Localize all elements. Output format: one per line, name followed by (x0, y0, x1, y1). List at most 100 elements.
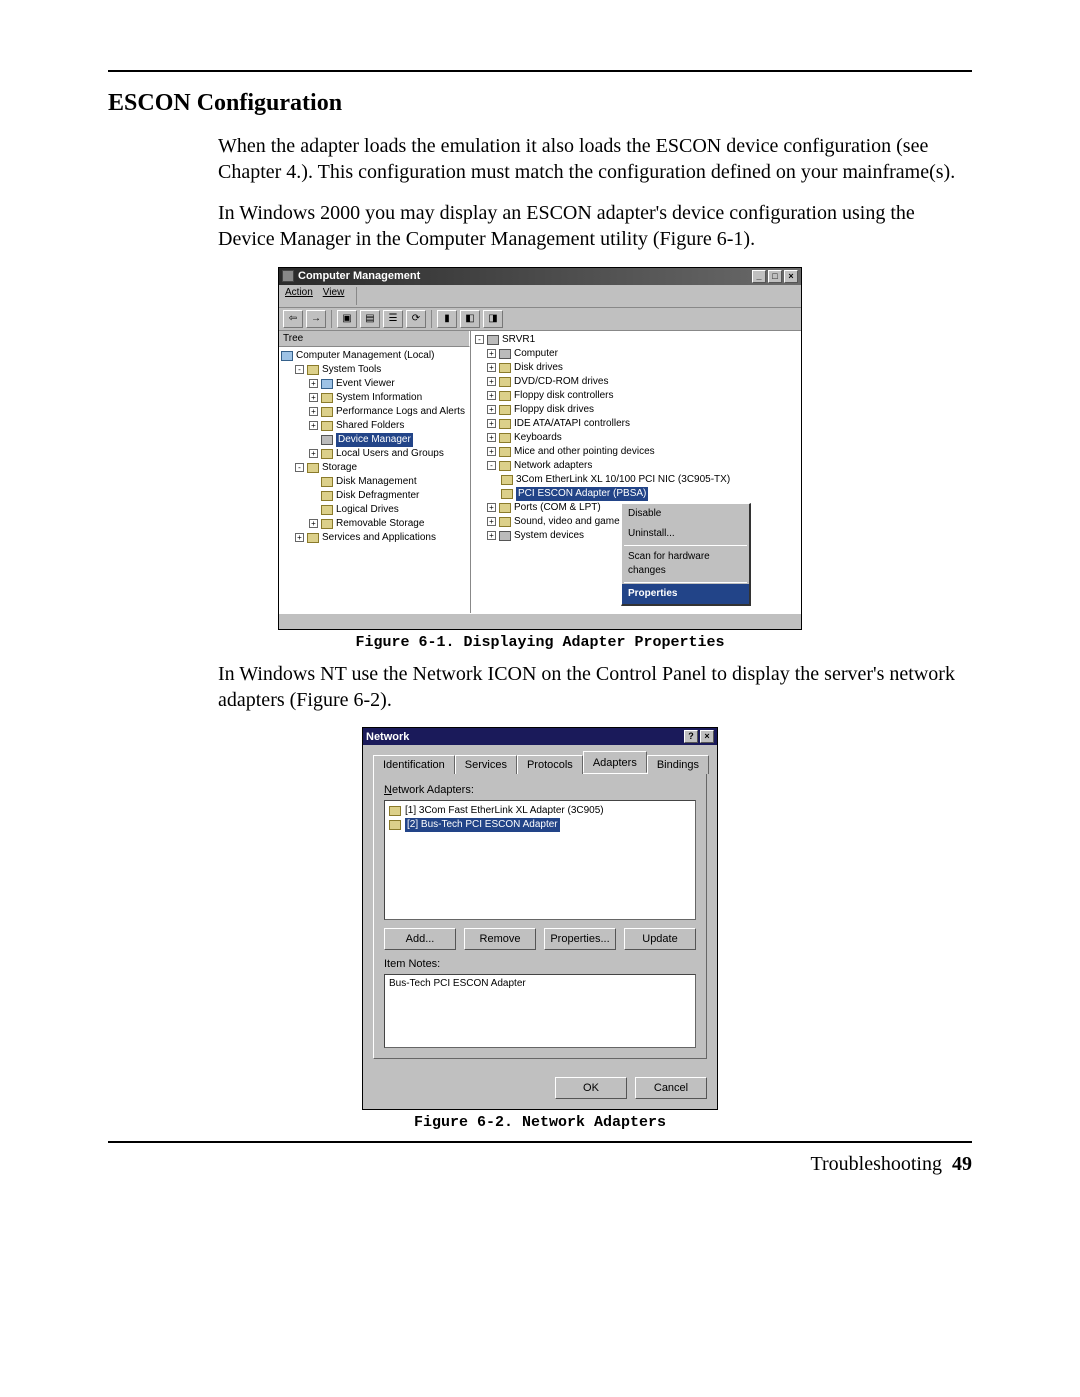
expand-icon[interactable]: + (487, 349, 496, 358)
up-button[interactable]: ▣ (337, 310, 357, 328)
disk-icon (321, 477, 333, 487)
properties-button[interactable]: ☰ (383, 310, 403, 328)
device-pci-escon-adapter[interactable]: PCI ESCON Adapter (PBSA) (475, 487, 797, 501)
device-floppy-drives[interactable]: +Floppy disk drives (475, 403, 797, 417)
titlebar: Computer Management _ □ × (279, 268, 801, 285)
expand-icon[interactable]: + (295, 533, 304, 542)
expand-icon[interactable]: + (309, 421, 318, 430)
expand-icon[interactable]: + (487, 433, 496, 442)
adapter-item-2[interactable]: [2] Bus-Tech PCI ESCON Adapter (389, 818, 691, 832)
context-sep (624, 545, 747, 546)
device-dvd[interactable]: +DVD/CD-ROM drives (475, 375, 797, 389)
expand-icon[interactable]: + (309, 407, 318, 416)
tree-shared-folders[interactable]: +Shared Folders (281, 419, 468, 433)
context-scan-hardware[interactable]: Scan for hardware changes (622, 547, 749, 581)
tree-local-users[interactable]: +Local Users and Groups (281, 447, 468, 461)
menu-separator (356, 287, 357, 305)
folder-icon (307, 463, 319, 473)
expand-icon[interactable]: + (487, 391, 496, 400)
page-footer: Troubleshooting 49 (108, 1153, 972, 1176)
adapter-item-1[interactable]: [1] 3Com Fast EtherLink XL Adapter (3C90… (389, 804, 691, 818)
device-3com-nic[interactable]: 3Com EtherLink XL 10/100 PCI NIC (3C905-… (475, 473, 797, 487)
update-button[interactable]: Update (624, 928, 696, 950)
tab-bindings[interactable]: Bindings (647, 755, 709, 774)
device-network-adapters[interactable]: -Network adapters (475, 459, 797, 473)
back-button[interactable]: ⇦ (283, 310, 303, 328)
expand-icon[interactable]: + (309, 449, 318, 458)
expand-icon[interactable]: + (309, 393, 318, 402)
dialog-titlebar: Network ? × (363, 728, 717, 745)
properties-button[interactable]: Properties... (544, 928, 616, 950)
close-button[interactable]: × (700, 730, 714, 743)
tree-storage[interactable]: -Storage (281, 461, 468, 475)
top-rule (108, 70, 972, 72)
expand-icon[interactable]: + (487, 531, 496, 540)
collapse-icon[interactable]: - (475, 335, 484, 344)
device-ide[interactable]: +IDE ATA/ATAPI controllers (475, 417, 797, 431)
collapse-icon[interactable]: - (295, 365, 304, 374)
tree-device-manager[interactable]: Device Manager (281, 433, 468, 447)
figure-6-2: Network ? × Identification Services Prot… (108, 727, 972, 1131)
device-root[interactable]: -SRVR1 (475, 333, 797, 347)
bottom-rule (108, 1141, 972, 1143)
refresh-button[interactable]: ⟳ (406, 310, 426, 328)
tree-removable-storage[interactable]: +Removable Storage (281, 517, 468, 531)
collapse-icon[interactable]: - (487, 461, 496, 470)
help-button[interactable]: ? (684, 730, 698, 743)
tree-logical-drives[interactable]: Logical Drives (281, 503, 468, 517)
expand-icon[interactable]: + (487, 517, 496, 526)
device-floppy-controllers[interactable]: +Floppy disk controllers (475, 389, 797, 403)
expand-icon[interactable]: + (487, 377, 496, 386)
tab-panel-adapters: NNetwork Adapters:etwork Adapters: [1] 3… (373, 774, 707, 1059)
context-properties[interactable]: Properties (622, 584, 749, 604)
tree-system-information[interactable]: +System Information (281, 391, 468, 405)
device-computer[interactable]: +Computer (475, 347, 797, 361)
tree-root[interactable]: Computer Management (Local) (281, 349, 468, 363)
tab-services[interactable]: Services (455, 755, 517, 774)
forward-button[interactable]: → (306, 310, 326, 328)
device-keyboards[interactable]: +Keyboards (475, 431, 797, 445)
expand-icon[interactable]: + (309, 519, 318, 528)
tab-adapters[interactable]: Adapters (583, 751, 647, 773)
device-disk-drives[interactable]: +Disk drives (475, 361, 797, 375)
menu-action[interactable]: Action (285, 287, 313, 305)
tool-icon-b[interactable]: ◧ (460, 310, 480, 328)
tree-performance-logs[interactable]: +Performance Logs and Alerts (281, 405, 468, 419)
expand-icon[interactable]: + (487, 405, 496, 414)
tree-disk-defragmenter[interactable]: Disk Defragmenter (281, 489, 468, 503)
adapter-icon (501, 489, 513, 499)
tool-icon-c[interactable]: ◨ (483, 310, 503, 328)
expand-icon[interactable]: + (487, 363, 496, 372)
minimize-button[interactable]: _ (752, 270, 766, 283)
menu-view[interactable]: View (323, 287, 345, 305)
tab-identification[interactable]: Identification (373, 755, 455, 774)
expand-icon[interactable]: + (487, 447, 496, 456)
footer-label: Troubleshooting (810, 1153, 942, 1175)
tree-system-tools[interactable]: -System Tools (281, 363, 468, 377)
tool-icon-a[interactable]: ▮ (437, 310, 457, 328)
toolbar-sep (331, 310, 332, 328)
toolbar: ⇦ → ▣ ▤ ☰ ⟳ ▮ ◧ ◨ (279, 308, 801, 331)
defrag-icon (321, 491, 333, 501)
adapters-listbox[interactable]: [1] 3Com Fast EtherLink XL Adapter (3C90… (384, 800, 696, 920)
remove-button[interactable]: Remove (464, 928, 536, 950)
ok-button[interactable]: OK (555, 1077, 627, 1099)
show-hide-tree-button[interactable]: ▤ (360, 310, 380, 328)
expand-icon[interactable]: + (309, 379, 318, 388)
tree-disk-management[interactable]: Disk Management (281, 475, 468, 489)
toolbar-sep-2 (431, 310, 432, 328)
tree-services-applications[interactable]: +Services and Applications (281, 531, 468, 545)
cancel-button[interactable]: Cancel (635, 1077, 707, 1099)
close-button[interactable]: × (784, 270, 798, 283)
expand-icon[interactable]: + (487, 419, 496, 428)
maximize-button[interactable]: □ (768, 270, 782, 283)
device-mice[interactable]: +Mice and other pointing devices (475, 445, 797, 459)
context-disable[interactable]: Disable (622, 504, 749, 524)
tree-tab[interactable]: Tree (279, 331, 470, 347)
tree-event-viewer[interactable]: +Event Viewer (281, 377, 468, 391)
add-button[interactable]: Add... (384, 928, 456, 950)
tab-protocols[interactable]: Protocols (517, 755, 583, 774)
context-uninstall[interactable]: Uninstall... (622, 524, 749, 544)
collapse-icon[interactable]: - (295, 463, 304, 472)
expand-icon[interactable]: + (487, 503, 496, 512)
